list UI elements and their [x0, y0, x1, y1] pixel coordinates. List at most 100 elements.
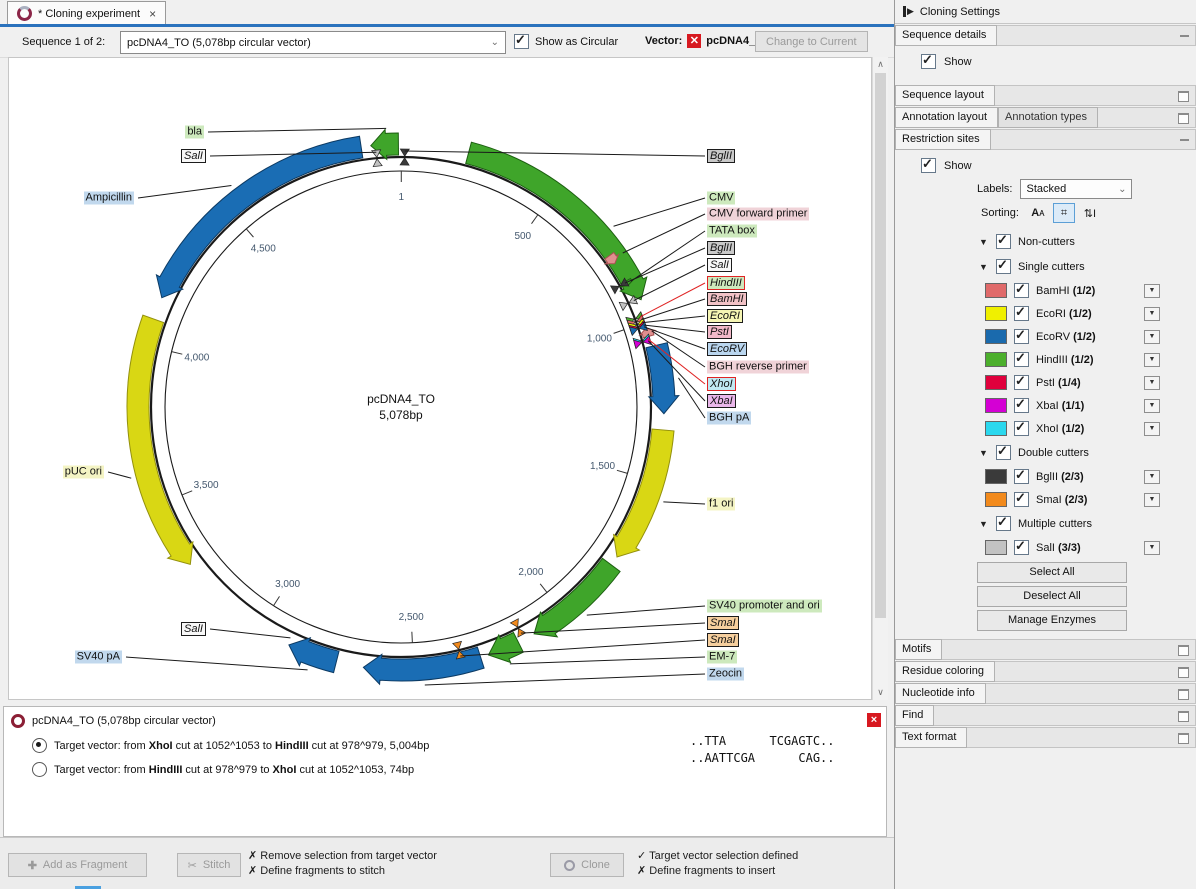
checkbox-icon[interactable] [1014, 352, 1029, 367]
map-label-ecorv[interactable]: EcoRV [707, 342, 747, 356]
radio-icon[interactable] [32, 738, 47, 753]
tab-close-icon[interactable]: × [149, 7, 156, 21]
map-label-smai[interactable]: SmaI [707, 633, 739, 647]
map-label-bgh-reverse-primer[interactable]: BGH reverse primer [707, 361, 809, 374]
feature-puc-ori[interactable] [127, 315, 193, 564]
section-title[interactable]: Find [895, 705, 934, 726]
map-label-smai[interactable]: SmaI [707, 616, 739, 630]
enzyme-options-dropdown-icon[interactable]: ▼ [1144, 330, 1160, 344]
enzyme-color-swatch[interactable] [985, 469, 1007, 484]
enzyme-options-dropdown-icon[interactable]: ▼ [1144, 376, 1160, 390]
checkbox-icon[interactable] [1014, 469, 1029, 484]
enzyme-options-dropdown-icon[interactable]: ▼ [1144, 307, 1160, 321]
enzyme-color-swatch[interactable] [985, 306, 1007, 321]
deselect-all-button[interactable]: Deselect All [977, 586, 1127, 607]
sequence-select[interactable]: pcDNA4_TO (5,078bp circular vector) ⌄ [120, 31, 506, 54]
checkbox-icon[interactable] [1014, 329, 1029, 344]
map-label-puc-ori[interactable]: pUC ori [63, 466, 104, 479]
map-label-xbai[interactable]: XbaI [707, 394, 736, 408]
map-label-hindiii[interactable]: HindIII [707, 276, 745, 290]
map-label-bglii[interactable]: BglII [707, 241, 735, 255]
restriction-show-checkbox[interactable]: Show [895, 150, 1196, 175]
clone-button[interactable]: Clone [550, 853, 624, 877]
settings-header[interactable]: ▶ Cloning Settings [895, 0, 1196, 24]
enzyme-color-swatch[interactable] [985, 283, 1007, 298]
expand-icon[interactable] [1178, 689, 1189, 700]
collapse-icon[interactable] [1180, 35, 1189, 37]
map-label-bglii[interactable]: BglII [707, 149, 735, 163]
enzyme-group-double-cutters[interactable]: ▼Double cutters [895, 440, 1196, 465]
feature-sv40-pa[interactable] [289, 638, 339, 673]
enzyme-color-swatch[interactable] [985, 375, 1007, 390]
map-label-cmv[interactable]: CMV [707, 192, 735, 205]
expand-icon[interactable] [1178, 667, 1189, 678]
section-sequence-layout[interactable]: Sequence layout [895, 85, 1196, 106]
map-label-bgh-pa[interactable]: BGH pA [707, 412, 751, 425]
map-label-tata-box[interactable]: TATA box [707, 225, 757, 238]
checkbox-icon[interactable] [1014, 306, 1029, 321]
checkbox-icon[interactable] [1014, 421, 1029, 436]
enzyme-group-single-cutters[interactable]: ▼Single cutters [895, 254, 1196, 279]
checkbox-icon[interactable] [1014, 283, 1029, 298]
fragment-close-icon[interactable]: × [867, 713, 881, 727]
map-label-em-7[interactable]: EM-7 [707, 651, 737, 664]
checkbox-icon[interactable] [921, 54, 936, 69]
add-as-fragment-button[interactable]: ✚ Add as Fragment [8, 853, 147, 877]
enzyme-options-dropdown-icon[interactable]: ▼ [1144, 399, 1160, 413]
enzyme-color-swatch[interactable] [985, 421, 1007, 436]
section-find[interactable]: Find [895, 705, 1196, 726]
enzyme-color-swatch[interactable] [985, 352, 1007, 367]
section-title[interactable]: Motifs [895, 639, 942, 660]
expand-triangle-icon[interactable]: ▼ [979, 262, 989, 272]
section-title[interactable]: Nucleotide info [895, 683, 986, 704]
enzyme-options-dropdown-icon[interactable]: ▼ [1144, 284, 1160, 298]
labels-select[interactable]: Stacked ⌄ [1020, 179, 1132, 199]
expand-icon[interactable] [1178, 113, 1189, 124]
enzyme-group-multiple-cutters[interactable]: ▼Multiple cutters [895, 511, 1196, 536]
manage-enzymes-button[interactable]: Manage Enzymes [977, 610, 1127, 631]
enzyme-options-dropdown-icon[interactable]: ▼ [1144, 470, 1160, 484]
change-to-current-button[interactable]: Change to Current [755, 31, 868, 52]
map-label-ecori[interactable]: EcoRI [707, 309, 743, 323]
expand-triangle-icon[interactable]: ▼ [979, 237, 989, 247]
map-label-f1-ori[interactable]: f1 ori [707, 498, 735, 511]
radio-icon[interactable] [32, 762, 47, 777]
section-title[interactable]: Residue coloring [895, 661, 995, 682]
enzyme-options-dropdown-icon[interactable]: ▼ [1144, 541, 1160, 555]
checkbox-icon[interactable] [996, 234, 1011, 249]
feature-zeocin[interactable] [363, 647, 484, 684]
map-label-cmv-forward-primer[interactable]: CMV forward primer [707, 208, 809, 221]
map-label-xhoi[interactable]: XhoI [707, 377, 736, 391]
checkbox-icon[interactable] [996, 445, 1011, 460]
enzyme-options-dropdown-icon[interactable]: ▼ [1144, 353, 1160, 367]
expand-triangle-icon[interactable]: ▼ [979, 519, 989, 529]
scroll-up-icon[interactable]: ∧ [873, 57, 888, 72]
map-label-sali[interactable]: SalI [707, 258, 732, 272]
restriction-sites-title[interactable]: Restriction sites [895, 129, 991, 150]
map-label-bamhi[interactable]: BamHI [707, 292, 747, 306]
enzyme-color-swatch[interactable] [985, 540, 1007, 555]
sort-alphabetically-icon[interactable]: Aᴀ [1027, 203, 1049, 223]
section-restriction-sites[interactable]: Restriction sites [895, 129, 1196, 150]
checkbox-icon[interactable] [921, 158, 936, 173]
section-nucleotide-info[interactable]: Nucleotide info [895, 683, 1196, 704]
annotation-layout-tab[interactable]: Annotation layout [895, 107, 998, 128]
map-label-bla[interactable]: bla [185, 126, 204, 139]
sort-by-frequency-icon[interactable]: ⇅I [1079, 203, 1101, 223]
checkbox-icon[interactable] [1014, 492, 1029, 507]
map-label-sv40-promoter-and-ori[interactable]: SV40 promoter and ori [707, 600, 822, 613]
enzyme-color-swatch[interactable] [985, 329, 1007, 344]
checkbox-icon[interactable] [1014, 540, 1029, 555]
enzyme-options-dropdown-icon[interactable]: ▼ [1144, 422, 1160, 436]
target-vector-option-2[interactable]: Target vector: from HindIII cut at 978^9… [32, 762, 414, 777]
sort-by-count-icon[interactable]: ⌗ [1053, 203, 1075, 223]
expand-icon[interactable] [1178, 733, 1189, 744]
collapse-icon[interactable] [1180, 139, 1189, 141]
checkbox-icon[interactable] [996, 516, 1011, 531]
tab-cloning-experiment[interactable]: * Cloning experiment × [7, 1, 166, 25]
expand-icon[interactable] [1178, 711, 1189, 722]
enzyme-group-non-cutters[interactable]: ▼Non-cutters [895, 229, 1196, 254]
feature-f1-ori[interactable] [614, 429, 674, 557]
section-annotation-layout[interactable]: Annotation layout Annotation types [895, 107, 1196, 128]
section-text-format[interactable]: Text format [895, 727, 1196, 748]
